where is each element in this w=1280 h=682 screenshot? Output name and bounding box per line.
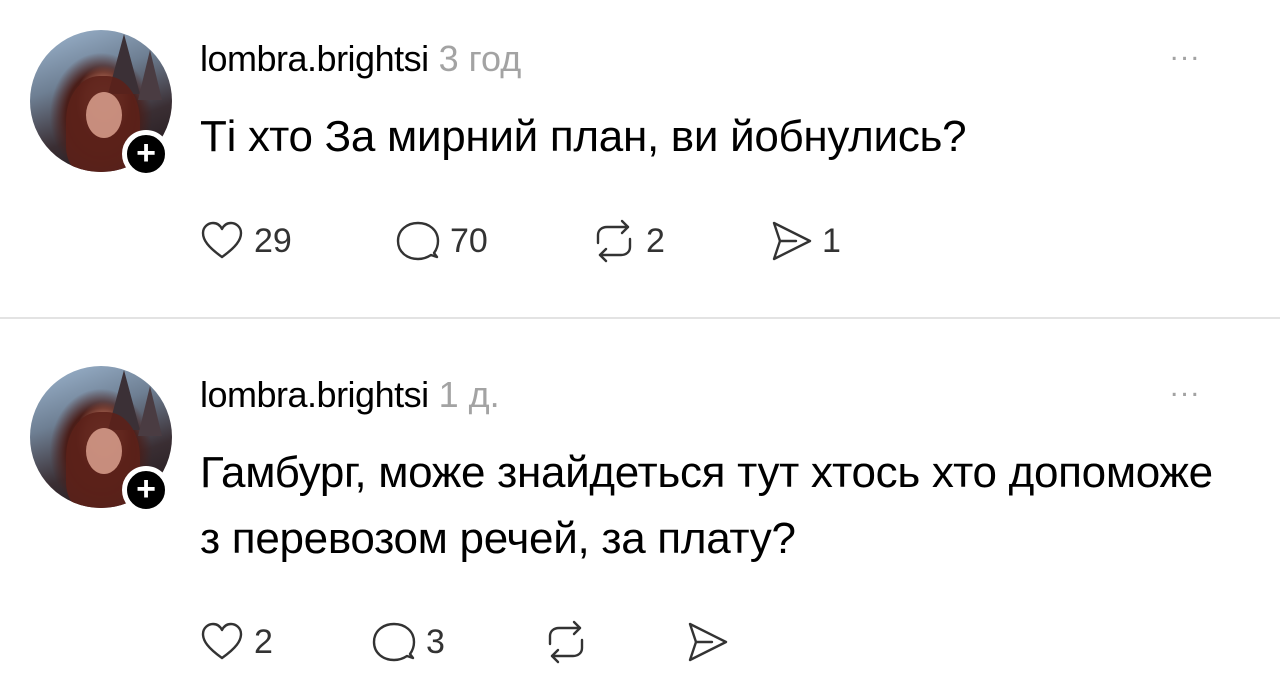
username[interactable]: lombra.brightsi: [200, 38, 429, 79]
post-header: lombra.brightsi 3 год: [200, 38, 521, 80]
like-count: 2: [254, 622, 273, 661]
send-icon: [772, 221, 812, 261]
follow-button[interactable]: +: [122, 130, 170, 178]
repost-count: 2: [646, 221, 665, 260]
reply-button[interactable]: 70: [394, 217, 590, 265]
heart-icon: [201, 622, 243, 660]
share-button[interactable]: [682, 618, 738, 666]
comment-icon: [372, 622, 416, 662]
comment-icon: [396, 221, 440, 261]
post-actions: 29 70 2 1: [198, 216, 841, 266]
reply-button[interactable]: 3: [370, 618, 542, 666]
avatar-face: [86, 92, 122, 138]
reply-count: 70: [450, 221, 488, 260]
like-button[interactable]: 2: [198, 618, 370, 666]
avatar-background-spire: [138, 50, 162, 100]
repost-button[interactable]: 2: [590, 217, 766, 265]
post-time: 1 д.: [438, 374, 500, 415]
post-actions: 2 3: [198, 617, 738, 667]
avatar-background-spire: [138, 386, 162, 436]
post-divider: [0, 317, 1280, 319]
reply-count: 3: [426, 622, 445, 661]
more-options-icon[interactable]: ...: [1170, 34, 1201, 68]
send-icon: [688, 622, 728, 662]
thread-post: + lombra.brightsi 1 д. ... Гамбург, може …: [0, 320, 1280, 682]
avatar-face: [86, 428, 122, 474]
thread-post: + lombra.brightsi 3 год ... Ті хто За мир…: [0, 0, 1280, 318]
like-count: 29: [254, 221, 292, 260]
repost-icon: [596, 219, 632, 263]
post-header: lombra.brightsi 1 д.: [200, 374, 500, 416]
username[interactable]: lombra.brightsi: [200, 374, 429, 415]
repost-icon: [548, 620, 584, 664]
post-text: Ті хто За мирний план, ви йобнулись?: [200, 112, 967, 161]
post-time: 3 год: [438, 38, 522, 79]
post-text: Гамбург, може знайдеться тут хтось хто д…: [200, 448, 1213, 563]
repost-button[interactable]: [542, 618, 682, 666]
heart-icon: [201, 221, 243, 259]
like-button[interactable]: 29: [198, 217, 394, 265]
more-options-icon[interactable]: ...: [1170, 370, 1201, 404]
share-count: 1: [822, 221, 841, 260]
follow-button[interactable]: +: [122, 466, 170, 514]
share-button[interactable]: 1: [766, 217, 841, 265]
